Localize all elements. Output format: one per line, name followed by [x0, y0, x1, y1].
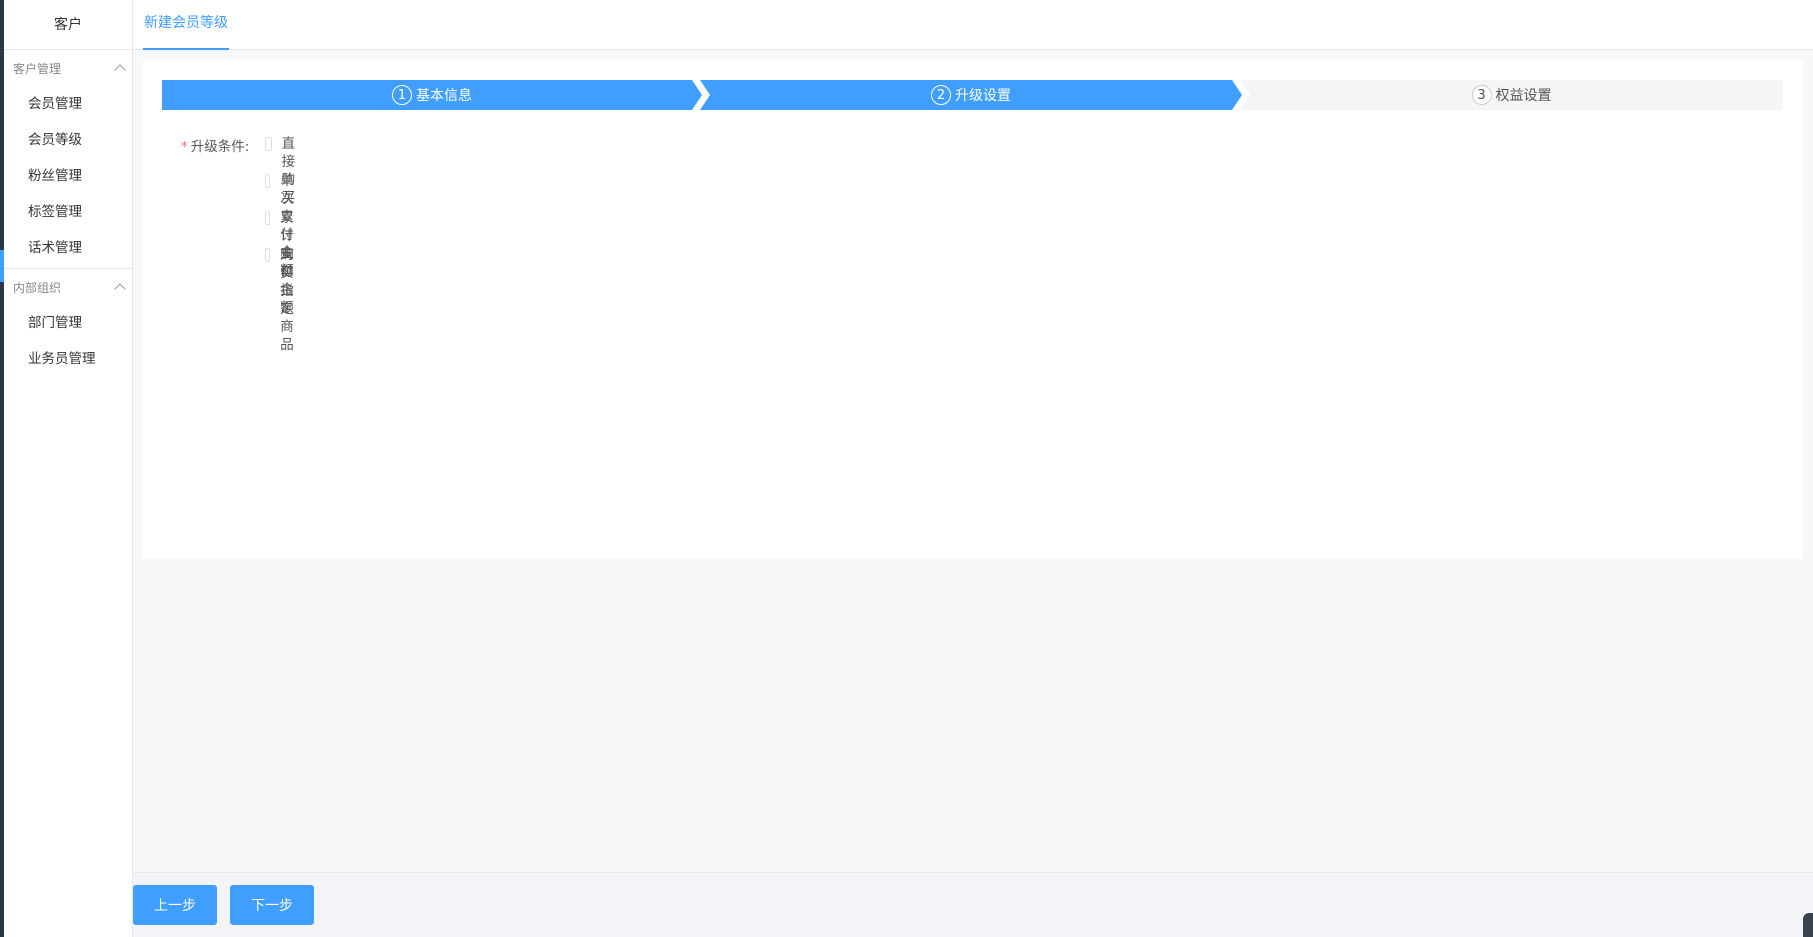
menu-group-customer-management[interactable]: 客户管理	[4, 50, 132, 86]
step-number: 2	[931, 85, 951, 105]
form-label-text: 升级条件:	[190, 139, 250, 155]
footer-action-bar: 上一步 下一步	[133, 872, 1813, 937]
checkbox-box[interactable]	[265, 137, 272, 151]
checkbox-box[interactable]	[265, 174, 271, 188]
form-label: * 升级条件:	[181, 135, 251, 155]
step-upgrade-settings[interactable]: 2 升级设置	[700, 80, 1242, 110]
sidebar-item-salesperson-management[interactable]: 业务员管理	[4, 341, 132, 377]
step-basic-info[interactable]: 1 基本信息	[162, 80, 702, 110]
step-label: 权益设置	[1495, 88, 1552, 104]
sidebar: 客户 客户管理 会员管理 会员等级 粉丝管理 标签管理 话术管理 内部组织 部门…	[4, 0, 133, 937]
checkbox-cumulative-payment-amount[interactable]: 累计支付金额	[265, 209, 303, 316]
step-number: 3	[1471, 85, 1492, 105]
sidebar-item-department-management[interactable]: 部门管理	[4, 305, 132, 341]
required-mark: *	[181, 139, 188, 155]
next-step-button[interactable]: 下一步	[230, 885, 314, 925]
chevron-up-icon[interactable]	[114, 283, 126, 295]
chevron-up-icon[interactable]	[114, 64, 126, 76]
group-title: 内部组织	[13, 280, 62, 295]
prev-step-button[interactable]: 上一步	[133, 885, 217, 925]
sidebar-item-fans-management[interactable]: 粉丝管理	[4, 158, 132, 194]
sidebar-item-script-management[interactable]: 话术管理	[4, 230, 132, 266]
group-title: 客户管理	[13, 61, 62, 76]
sidebar-item-member-management[interactable]: 会员管理	[4, 86, 132, 122]
checkbox-box[interactable]	[265, 211, 271, 225]
step-number: 1	[392, 85, 412, 105]
sidebar-item-member-level[interactable]: 会员等级	[4, 122, 132, 158]
step-label: 升级设置	[955, 88, 1011, 104]
content-card: 1 基本信息 2 升级设置 3 权益设置 *升级条件: 直接购买 单次支付金额	[143, 60, 1803, 559]
step-benefit-settings[interactable]: 3 权益设置	[1240, 80, 1783, 110]
checkbox-group: 直接购买 单次支付金额 累计支付金额 购买指定商品	[265, 135, 303, 353]
sidebar-brand: 客户	[4, 0, 132, 50]
tab-new-member-level[interactable]: 新建会员等级	[143, 0, 229, 50]
step-label: 基本信息	[416, 88, 472, 104]
checkbox-direct-purchase[interactable]: 直接购买	[265, 135, 303, 206]
top-tab-bar: 新建会员等级	[133, 0, 1813, 50]
checkbox-purchase-specified-product[interactable]: 购买指定商品	[265, 246, 303, 353]
sidebar-item-tag-management[interactable]: 标签管理	[4, 194, 132, 230]
menu-group-internal-organization[interactable]: 内部组织	[4, 269, 132, 305]
checkbox-label[interactable]: 购买指定商品	[280, 246, 302, 354]
corner-widget[interactable]	[1803, 913, 1813, 937]
checkbox-box[interactable]	[265, 248, 271, 262]
checkbox-single-payment-amount[interactable]: 单次支付金额	[265, 172, 303, 279]
steps-bar: 1 基本信息 2 升级设置 3 权益设置	[162, 80, 1783, 110]
